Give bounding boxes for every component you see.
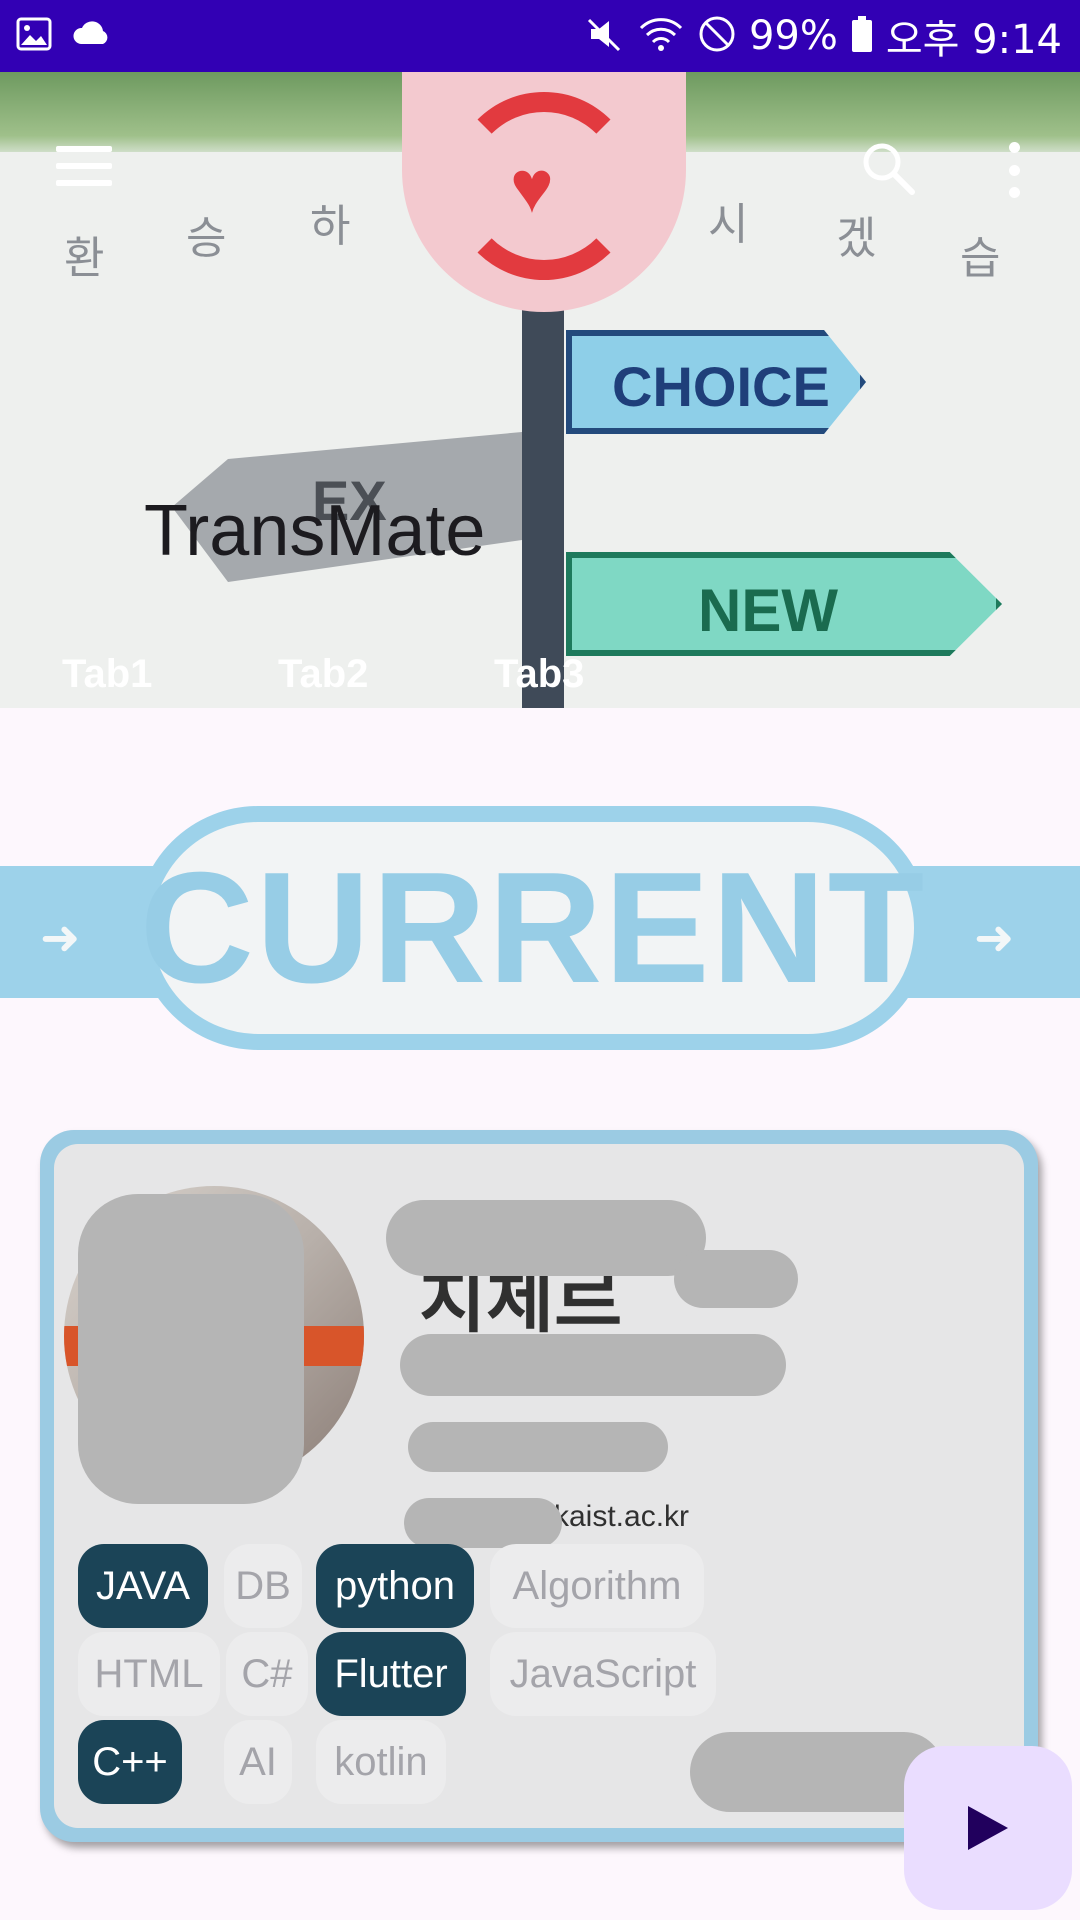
skill-chip[interactable]: AI	[224, 1720, 292, 1804]
battery-percent: 99%	[748, 13, 838, 59]
redaction-mask	[408, 1422, 668, 1472]
wall-char: 하	[310, 201, 351, 252]
tab-bar: Tab1 Tab2 Tab3	[0, 652, 1080, 708]
status-bar: 99% 오후 9:14	[0, 0, 1080, 72]
play-button[interactable]	[904, 1746, 1072, 1910]
wall-char: 습	[960, 233, 1001, 284]
redaction-mask	[404, 1498, 562, 1548]
arrow-right-icon: ➜	[974, 912, 1015, 965]
wall-char: 시	[708, 199, 749, 250]
skill-chip[interactable]: C++	[78, 1720, 182, 1804]
banner-text: CURRENT	[139, 839, 927, 1016]
search-icon[interactable]	[858, 138, 918, 198]
cloud-icon	[72, 16, 112, 57]
current-banner: ➜ ➜ CURRENT	[0, 806, 1080, 1050]
skill-chip[interactable]: JAVA	[78, 1544, 208, 1628]
skill-chip[interactable]: HTML	[78, 1632, 220, 1716]
redaction-mask	[674, 1250, 798, 1308]
collapsing-header: 환 승 하 시 겠 습 EX CHOICE NEW ♥ TransMate Ta…	[0, 72, 1080, 708]
skill-chip[interactable]: DB	[224, 1544, 302, 1628]
clock: 오후 9:14	[885, 17, 1062, 63]
redaction-mask	[78, 1194, 304, 1504]
sign-new: NEW	[566, 552, 1002, 656]
wifi-icon	[637, 14, 685, 59]
image-icon	[16, 16, 52, 57]
wall-char: 승	[186, 213, 227, 264]
skill-chip[interactable]: Flutter	[316, 1632, 466, 1716]
battery-icon	[850, 14, 874, 59]
tab-2[interactable]: Tab2	[278, 652, 368, 697]
arrow-right-icon: ➜	[40, 912, 81, 965]
profile-email: kaist.ac.kr	[554, 1500, 690, 1533]
redaction-mask	[386, 1200, 706, 1276]
do-not-disturb-icon	[697, 14, 737, 59]
sign-choice: CHOICE	[566, 330, 866, 434]
wall-char: 환	[64, 233, 105, 284]
wall-char: 겠	[836, 213, 877, 264]
play-icon	[968, 1806, 1008, 1850]
menu-icon[interactable]	[56, 146, 112, 186]
profile-card: 치체르 kaist kaist.ac.kr JAVA DB python Alg…	[40, 1130, 1038, 1842]
tab-3[interactable]: Tab3	[494, 652, 584, 697]
skill-chip[interactable]: kotlin	[316, 1720, 446, 1804]
mute-icon	[585, 14, 625, 59]
tab-1[interactable]: Tab1	[62, 652, 152, 697]
more-options-icon[interactable]	[1000, 142, 1028, 198]
sign-pole	[522, 302, 564, 708]
skill-chip[interactable]: python	[316, 1544, 474, 1628]
redaction-mask	[400, 1334, 786, 1396]
skill-chip[interactable]: C#	[226, 1632, 308, 1716]
app-title: TransMate	[144, 491, 486, 571]
skill-chip[interactable]: Algorithm	[490, 1544, 704, 1628]
skill-chip[interactable]: JavaScript	[490, 1632, 716, 1716]
